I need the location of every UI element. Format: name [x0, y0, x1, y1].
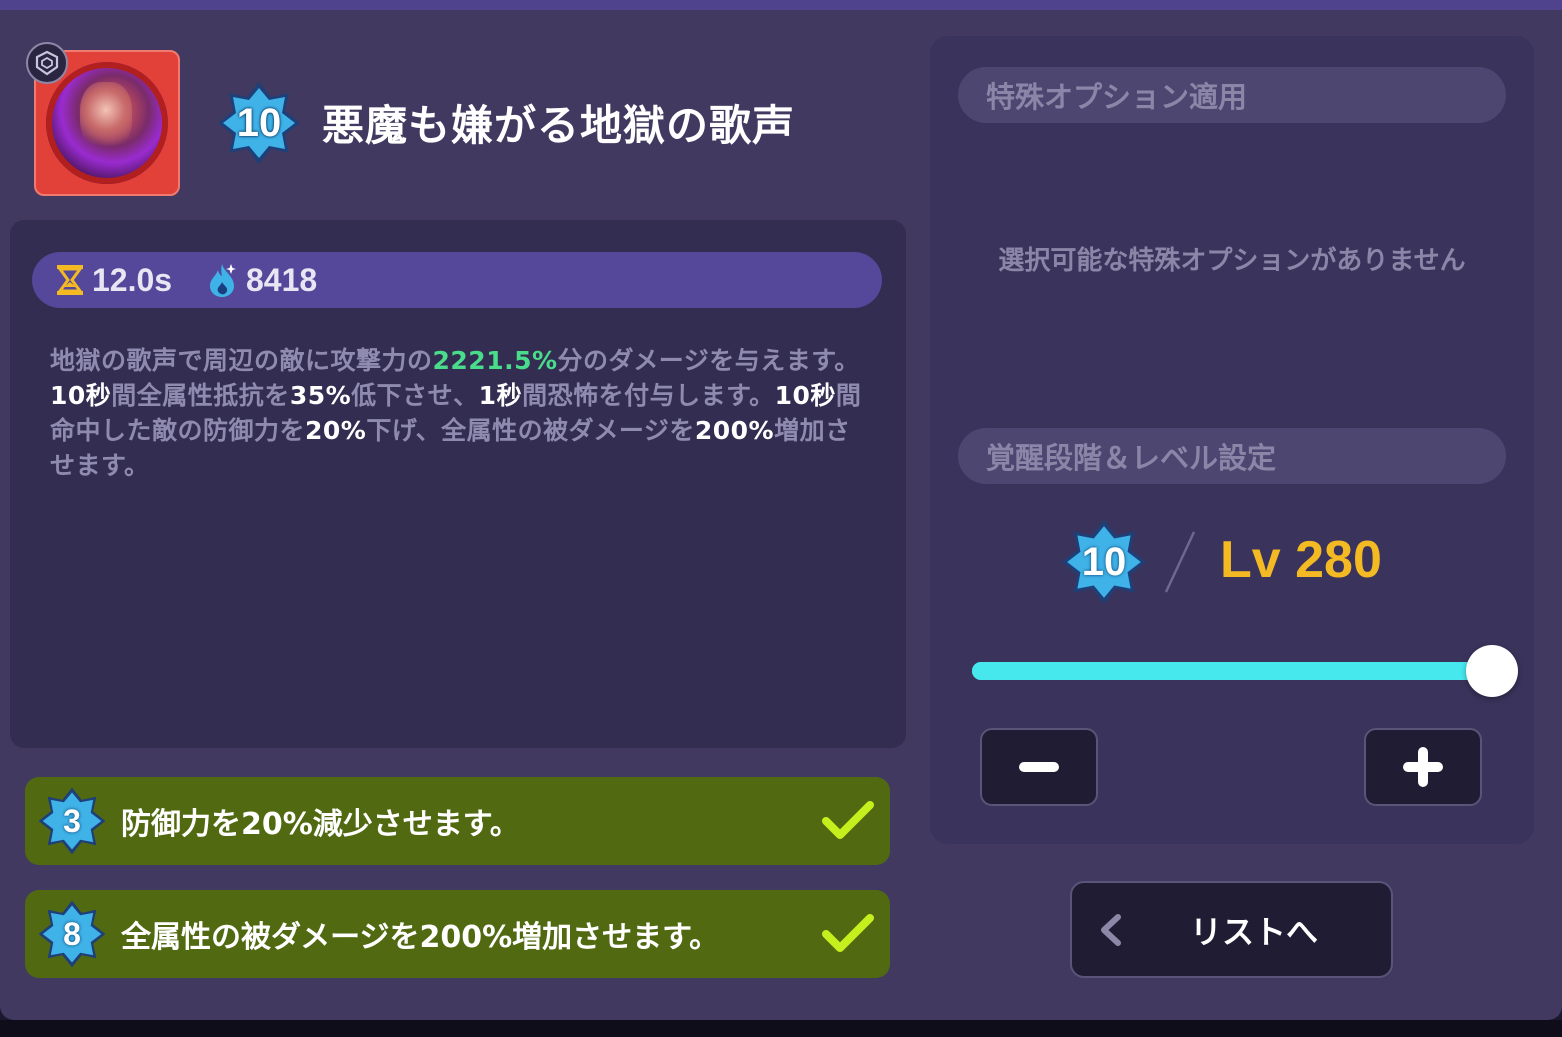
- divider-slash: [1164, 531, 1196, 593]
- decrease-level-button[interactable]: [980, 728, 1098, 806]
- level-slider[interactable]: [972, 662, 1492, 680]
- no-options-message: 選択可能な特殊オプションがありません: [998, 246, 1466, 276]
- back-to-list-button[interactable]: リストへ: [1070, 881, 1393, 978]
- slider-thumb[interactable]: [1466, 645, 1518, 697]
- power-value: 8418: [246, 261, 318, 298]
- checkmark-icon: [822, 914, 874, 952]
- flame-icon: [210, 264, 236, 297]
- increase-level-button[interactable]: [1364, 728, 1482, 806]
- desc-text-2: 分のダメージを与えます。: [557, 346, 860, 375]
- damage-percent: 2221.5%: [432, 346, 558, 375]
- defense-percent: 20%: [305, 416, 367, 445]
- stats-bar: 12.0s 8418: [32, 252, 882, 308]
- passive-level-badge: 8: [37, 899, 107, 969]
- special-options-header: 特殊オプション適用: [958, 67, 1506, 123]
- top-strip: [0, 0, 1562, 10]
- passive-text: 全属性の被ダメージを200%増加させます。: [121, 920, 720, 955]
- shield-crest-icon: [26, 42, 68, 84]
- level-settings-header: 覚醒段階＆レベル設定: [958, 428, 1506, 484]
- duration-2: 1秒: [478, 381, 523, 410]
- cooldown-stat: 12.0s: [54, 252, 172, 308]
- passive-text: 防御力を20%減少させます。: [121, 807, 520, 842]
- plus-icon: [1403, 747, 1443, 787]
- bottom-strip: [0, 1020, 1562, 1037]
- awakening-badge: 10: [216, 80, 302, 166]
- cooldown-value: 12.0s: [92, 261, 173, 298]
- awakening-level-badge: 10: [1060, 518, 1148, 606]
- passive-row: 8 全属性の被ダメージを200%増加させます。: [25, 890, 890, 978]
- desc-text-3: 間全属性抵抗を: [111, 381, 290, 410]
- checkmark-icon: [822, 801, 874, 839]
- duration-1: 10秒: [50, 381, 112, 410]
- power-stat: 8418: [206, 252, 317, 308]
- hourglass-icon: [57, 265, 83, 295]
- desc-text-7: 下げ、全属性の被ダメージを: [366, 416, 695, 445]
- skill-art-image: [46, 62, 168, 184]
- duration-3: 10秒: [774, 381, 836, 410]
- chevron-left-icon: [1101, 914, 1121, 946]
- desc-text-1: 地獄の歌声で周辺の敵に攻撃力の: [50, 346, 433, 375]
- back-button-label: リストへ: [1190, 912, 1319, 951]
- minus-icon: [1019, 762, 1059, 772]
- passive-row: 3 防御力を20%減少させます。: [25, 777, 890, 865]
- level-display: Lv 280: [1220, 531, 1382, 589]
- passive-level-badge: 3: [37, 786, 107, 856]
- slider-fill: [972, 662, 1492, 680]
- skill-title: 悪魔も嫌がる地獄の歌声: [322, 101, 796, 150]
- damage-taken-percent: 200%: [694, 416, 775, 445]
- skill-description: 地獄の歌声で周辺の敵に攻撃力の2221.5%分のダメージを与えます。10秒間全属…: [50, 343, 870, 483]
- desc-text-5: 間恐怖を付与します。: [522, 381, 775, 410]
- resist-percent: 35%: [289, 381, 352, 410]
- desc-text-4: 低下させ、: [351, 381, 479, 410]
